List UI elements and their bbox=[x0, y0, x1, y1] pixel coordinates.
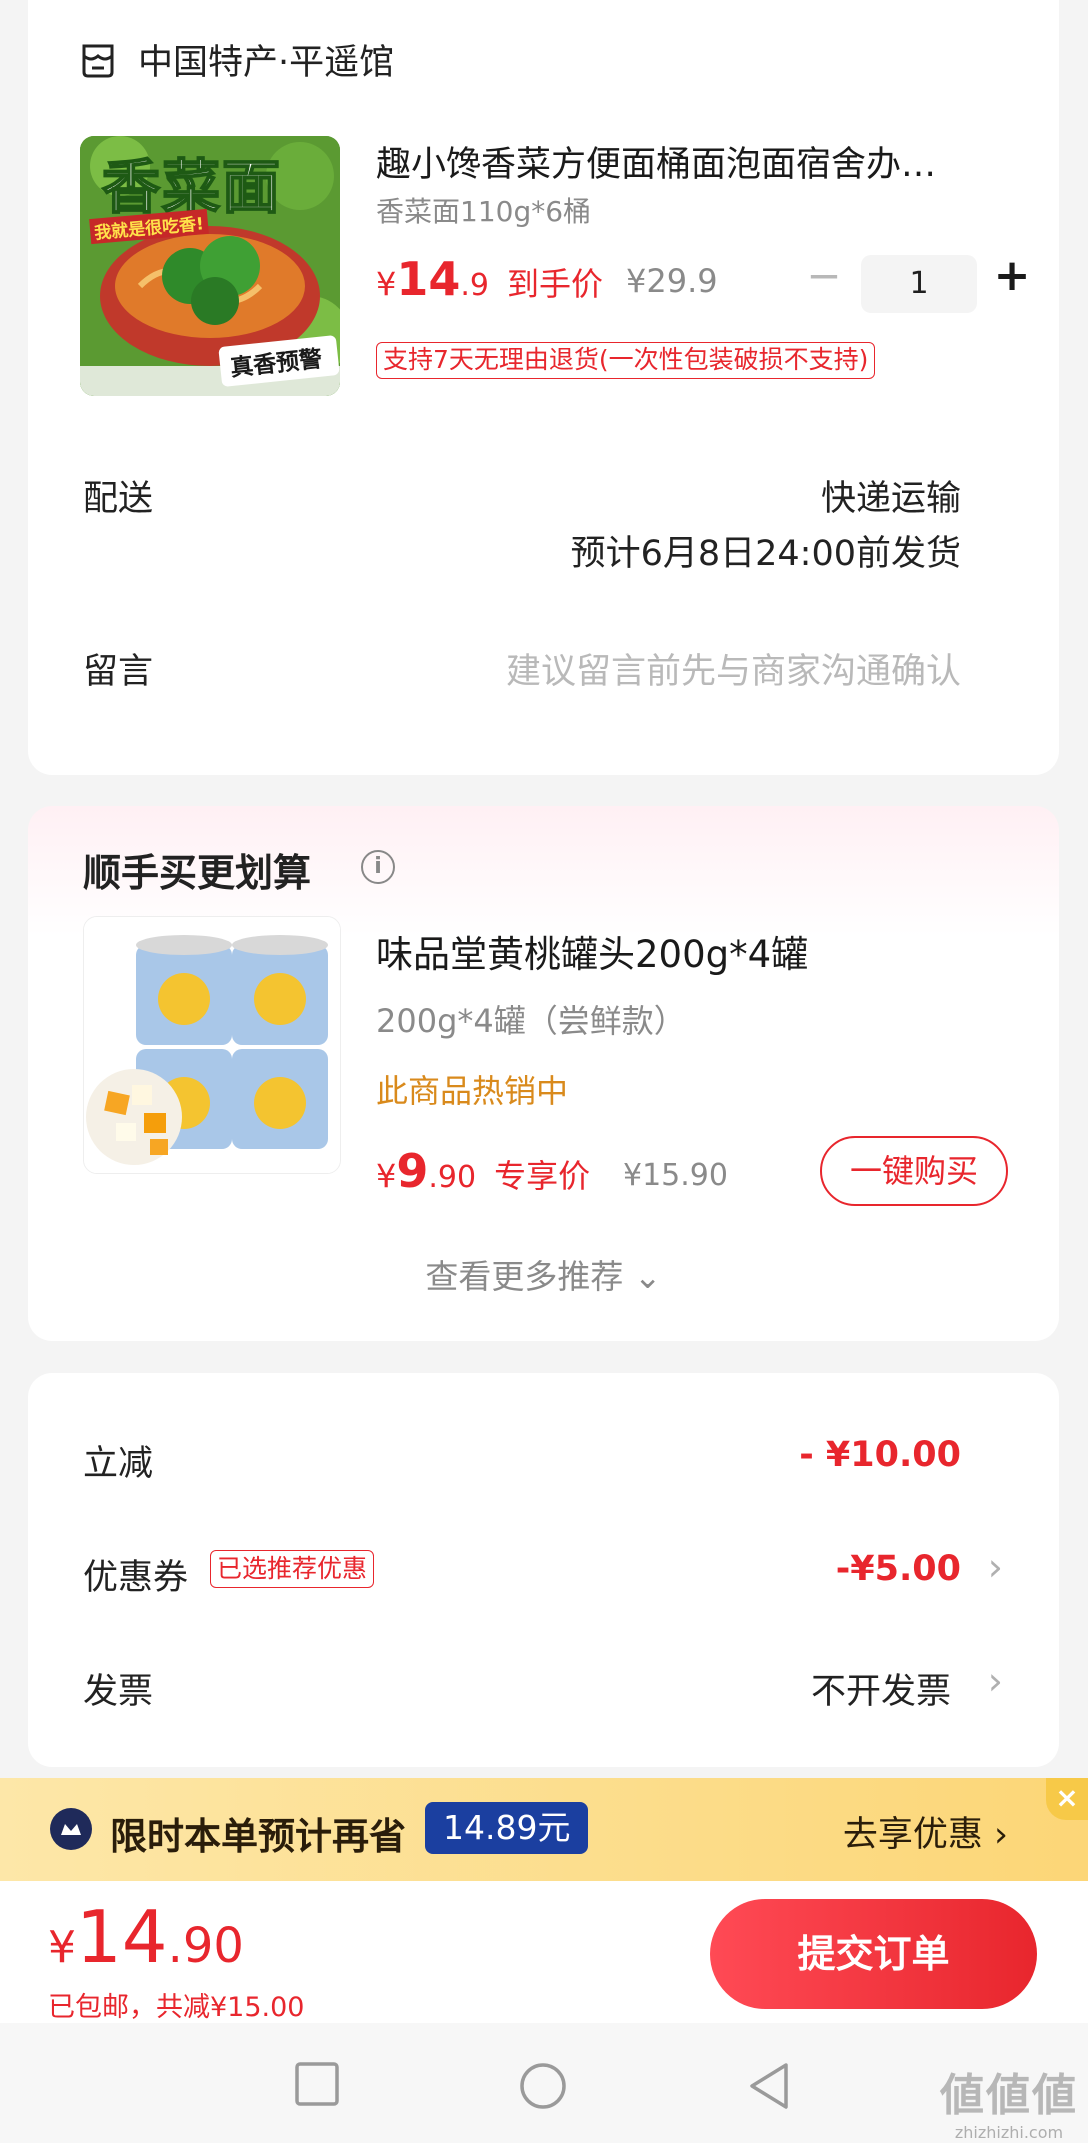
recommend-product-spec: 200g*4罐（尝鲜款） bbox=[376, 1002, 686, 1040]
coupon-recommended-badge: 已选推荐优惠 bbox=[210, 1550, 375, 1588]
promo-banner[interactable]: 限时本单预计再省 14.89元 去享优惠 › × bbox=[0, 1778, 1088, 1881]
delivery-estimate: 预计6月8日24:00前发货 bbox=[570, 534, 961, 574]
coupon-label[interactable]: 优惠券 bbox=[83, 1549, 188, 1600]
promo-close-icon[interactable]: × bbox=[1046, 1778, 1088, 1820]
one-click-buy-button[interactable]: 一键购买 bbox=[820, 1136, 1008, 1206]
invoice-label[interactable]: 发票 bbox=[83, 1663, 153, 1714]
shipping-note: 已包邮，共减¥15.00 bbox=[48, 1992, 305, 2023]
recommend-price-tag: 专享价 bbox=[494, 1157, 591, 1195]
promo-claim-link[interactable]: 去享优惠 › bbox=[843, 1806, 1008, 1857]
info-icon[interactable]: i bbox=[361, 850, 395, 884]
total-price-currency: ¥ bbox=[48, 1922, 76, 1973]
invoice-value[interactable]: 不开发票 bbox=[811, 1663, 951, 1714]
submit-order-button[interactable]: 提交订单 bbox=[710, 1899, 1037, 2009]
home-icon[interactable] bbox=[518, 2061, 568, 2111]
recent-apps-icon[interactable] bbox=[294, 2061, 340, 2107]
promo-logo-icon bbox=[50, 1808, 92, 1850]
quantity-increase-button[interactable]: + bbox=[990, 253, 1034, 299]
discount-card: 立减 - ¥10.00 优惠券 已选推荐优惠 -¥5.00 › 发票 不开发票 … bbox=[28, 1373, 1059, 1767]
system-nav-bar: 値値値 zhizhizhi.com bbox=[0, 2023, 1088, 2143]
recommend-price-currency: ¥ bbox=[376, 1157, 397, 1195]
see-more-recommendations-link[interactable]: 查看更多推荐 ⌄ bbox=[28, 1250, 1059, 1298]
delivery-method: 快递运输 bbox=[820, 479, 961, 519]
order-card: 中国特产·平遥馆 香菜面 我就是很吃香! 真香预警 趣小馋香菜方便面桶面泡面宿舍… bbox=[28, 0, 1059, 775]
recommend-product-image[interactable] bbox=[83, 916, 341, 1174]
recommend-original-price: ¥15.90 bbox=[623, 1158, 728, 1193]
shop-name[interactable]: 中国特产·平遥馆 bbox=[138, 34, 394, 85]
product-price: ¥ 14 .9 到手价 bbox=[376, 252, 603, 306]
price-currency: ¥ bbox=[376, 265, 397, 303]
original-price: ¥29.9 bbox=[626, 262, 718, 300]
promo-text: 限时本单预计再省 bbox=[110, 1815, 406, 1858]
recommendation-card: 顺手买更划算 i 味品堂黄桃罐头200g*4罐 200g*4罐（尝鲜款） 此商品… bbox=[28, 806, 1059, 1341]
recommend-price-decimal: .90 bbox=[428, 1160, 477, 1195]
message-label: 留言 bbox=[83, 652, 154, 692]
coupon-chevron-icon[interactable]: › bbox=[988, 1545, 1003, 1589]
return-policy-badge: 支持7天无理由退货(一次性包装破损不支持) bbox=[376, 342, 876, 379]
recommend-price-integer: 9 bbox=[396, 1144, 429, 1198]
delivery-label: 配送 bbox=[83, 479, 154, 519]
price-integer: 14 bbox=[396, 252, 461, 306]
recommend-product-title[interactable]: 味品堂黄桃罐头200g*4罐 bbox=[376, 924, 808, 978]
product-title[interactable]: 趣小馋香菜方便面桶面泡面宿舍办… bbox=[376, 136, 1016, 187]
total-price-decimal: .90 bbox=[167, 1918, 244, 1974]
recommendation-title: 顺手买更划算 bbox=[83, 851, 312, 895]
watermark-logo: 値値値 zhizhizhi.com bbox=[940, 2070, 1078, 2142]
total-price: ¥ 14 .90 bbox=[48, 1895, 244, 1979]
quantity-decrease-button[interactable]: − bbox=[804, 253, 844, 299]
instant-discount-value: - ¥10.00 bbox=[799, 1435, 961, 1475]
promo-amount-badge: 14.89元 bbox=[425, 1802, 589, 1854]
instant-discount-label: 立减 bbox=[83, 1444, 154, 1484]
checkout-bar: ¥ 14 .90 已包邮，共减¥15.00 提交订单 bbox=[0, 1881, 1088, 2023]
back-icon[interactable] bbox=[746, 2061, 792, 2111]
invoice-chevron-icon[interactable]: › bbox=[988, 1659, 1003, 1703]
shop-icon bbox=[82, 44, 114, 78]
quantity-field[interactable]: 1 bbox=[861, 255, 977, 313]
peach-can-illustration bbox=[84, 917, 340, 1173]
message-input[interactable]: 建议留言前先与商家沟通确认 bbox=[506, 643, 961, 694]
price-decimal: .9 bbox=[460, 268, 489, 303]
product-image[interactable]: 香菜面 我就是很吃香! 真香预警 bbox=[80, 136, 340, 396]
recommend-hot-label: 此商品热销中 bbox=[376, 1072, 569, 1110]
recommend-price: ¥ 9 .90 专享价 bbox=[376, 1144, 590, 1198]
coupon-value[interactable]: -¥5.00 bbox=[836, 1549, 961, 1589]
product-spec[interactable]: 香菜面110g*6桶 bbox=[376, 190, 591, 230]
price-tag: 到手价 bbox=[507, 265, 604, 303]
total-price-integer: 14 bbox=[76, 1895, 168, 1979]
